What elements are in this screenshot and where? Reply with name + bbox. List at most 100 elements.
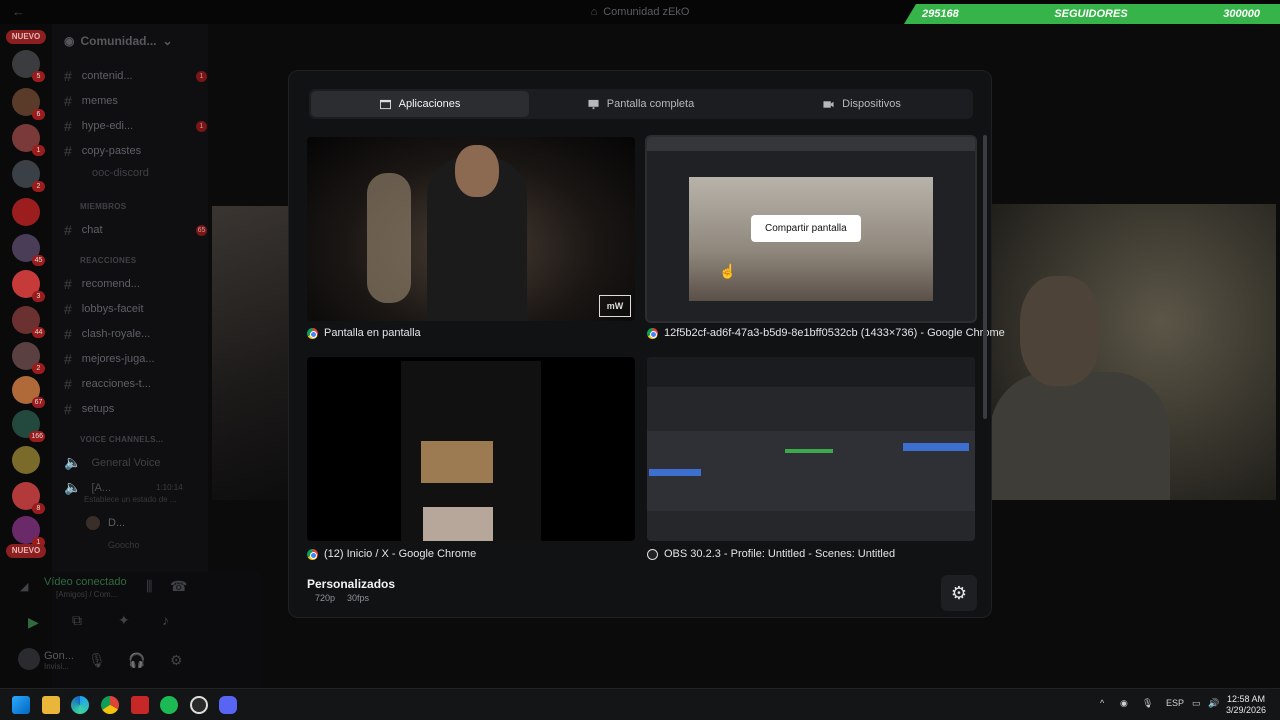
server-icon[interactable]: 5 xyxy=(12,50,45,82)
channel-item[interactable]: # memes xyxy=(64,93,118,109)
windows-start-icon[interactable] xyxy=(12,696,30,714)
mic-icon[interactable]: 🎙 xyxy=(88,652,106,669)
guild-header[interactable]: ◉ Comunidad... ⌄ xyxy=(64,34,173,48)
user-name[interactable]: Gon... Invisi... xyxy=(44,650,74,671)
source-label: Pantalla en pantalla xyxy=(307,327,421,339)
taskbar: ^ ◉ 🎙 ESP ▭ 🔊 12:58 AM 3/29/2026 xyxy=(0,688,1280,720)
preview-selected-scene xyxy=(649,469,701,476)
channel-item[interactable]: # setups xyxy=(64,401,114,417)
app-icon[interactable] xyxy=(131,696,149,714)
source-label: (12) Inicio / X - Google Chrome xyxy=(307,548,476,560)
channel-item[interactable]: # contenid... 1 xyxy=(64,68,207,84)
video-tile-webcam[interactable] xyxy=(990,204,1276,500)
channel-item[interactable]: # recomend... xyxy=(64,276,140,292)
tab-applications[interactable]: Aplicaciones xyxy=(311,91,529,117)
volume-icon[interactable]: 🔊 xyxy=(1208,698,1219,709)
resolution-value[interactable]: 720p xyxy=(315,593,335,603)
back-arrow-icon[interactable]: ← xyxy=(12,4,25,19)
preview-image xyxy=(423,507,493,541)
soundboard-icon[interactable]: ♪ xyxy=(162,612,169,628)
camera-icon[interactable]: ▶ xyxy=(28,614,39,631)
voice-member[interactable]: D... xyxy=(86,516,125,530)
avatar[interactable] xyxy=(18,648,40,670)
hash-icon: # xyxy=(64,222,72,238)
server-icon[interactable]: 2 xyxy=(12,160,45,192)
screen: ← ⌂ Comunidad zEkO 295168 SEGUIDORES 300… xyxy=(0,0,1280,720)
hash-icon: # xyxy=(64,118,72,134)
chevron-down-icon: ⌄ xyxy=(162,34,173,48)
server-icon[interactable]: 3 xyxy=(12,270,45,302)
category-header[interactable]: MIEMBROS xyxy=(80,202,126,211)
mic-icon[interactable]: 🎙 xyxy=(1142,698,1153,709)
date: 3/29/2026 xyxy=(1226,705,1267,715)
source-preview[interactable] xyxy=(307,357,635,541)
obs-icon[interactable] xyxy=(190,696,208,714)
server-icon[interactable]: 45 xyxy=(12,234,45,266)
server-icon[interactable]: 44 xyxy=(12,306,45,338)
tab-full-screen[interactable]: Pantalla completa xyxy=(532,91,750,117)
steam-icon[interactable]: ◉ xyxy=(1120,698,1128,709)
language-indicator[interactable]: ESP xyxy=(1166,698,1184,708)
disconnect-icon[interactable]: ☎ xyxy=(170,578,187,595)
channel-sidebar: ◉ Comunidad... ⌄ # contenid... 1 # memes # h… xyxy=(18,24,260,688)
server-icon[interactable]: 1 xyxy=(12,516,45,548)
source-preview[interactable] xyxy=(647,357,975,541)
chrome-icon[interactable] xyxy=(101,696,119,714)
source-tabs: Aplicaciones Pantalla completa Dispositi… xyxy=(309,89,973,119)
channel-item[interactable]: # reacciones-t... xyxy=(64,376,151,392)
spotify-icon[interactable] xyxy=(160,696,178,714)
chevron-up-icon[interactable]: ^ xyxy=(1100,698,1104,708)
hash-icon: # xyxy=(64,301,72,317)
follower-label: SEGUIDORES xyxy=(1054,8,1128,20)
hash-icon: # xyxy=(64,68,72,84)
channel-item[interactable]: # lobbys-faceit xyxy=(64,301,144,317)
hash-icon: # xyxy=(64,376,72,392)
screen-share-picker: Aplicaciones Pantalla completa Dispositi… xyxy=(288,70,1005,618)
clock[interactable]: 12:58 AM 3/29/2026 xyxy=(1226,694,1266,716)
voice-channel[interactable]: 🔈 General Voice xyxy=(64,454,161,471)
preview-image xyxy=(421,441,493,483)
category-header[interactable]: REACCIONES xyxy=(80,256,136,265)
scrollbar[interactable] xyxy=(983,135,987,419)
server-icon[interactable]: 67 xyxy=(12,376,45,408)
channel-item[interactable]: # clash-royale... xyxy=(64,326,150,342)
settings-button[interactable]: ⚙ xyxy=(941,575,977,611)
server-icon[interactable]: 2 xyxy=(12,342,45,374)
edge-icon[interactable] xyxy=(71,696,89,714)
server-icon[interactable]: 166 xyxy=(12,410,45,442)
camera-icon xyxy=(823,100,834,108)
discord-icon[interactable] xyxy=(219,696,237,714)
channel-item[interactable]: # copy-pastes xyxy=(64,143,141,159)
server-icon[interactable]: 1 xyxy=(12,124,45,156)
category-header[interactable]: VOICE CHANNELS... xyxy=(80,435,163,444)
voice-channel[interactable]: 🔈 [A... 1:10:14 xyxy=(64,479,183,496)
preview-browser-bar xyxy=(647,137,975,151)
window-icon xyxy=(379,99,391,109)
activities-icon[interactable]: ✦ xyxy=(118,612,130,629)
share-screen-button[interactable]: Compartir pantalla xyxy=(751,215,861,242)
server-icon[interactable]: 6 xyxy=(12,88,45,120)
channel-item[interactable]: ooc-discord xyxy=(92,167,149,179)
headphones-icon[interactable]: 🎧 xyxy=(128,652,145,669)
tab-devices[interactable]: Dispositivos xyxy=(753,91,971,117)
preview-face xyxy=(455,145,499,197)
source-preview-selected[interactable]: Compartir pantalla ☝ xyxy=(645,135,977,323)
channel-item[interactable]: # chat 65 xyxy=(64,222,207,238)
noise-icon[interactable]: ⫼ xyxy=(146,578,152,595)
file-explorer-icon[interactable] xyxy=(42,696,60,714)
voice-member[interactable]: Goocho xyxy=(108,540,140,550)
person-body xyxy=(990,372,1170,500)
server-icon[interactable] xyxy=(12,446,40,474)
network-icon[interactable]: ▭ xyxy=(1192,698,1201,709)
screen-share-icon[interactable]: ⧉ xyxy=(72,612,82,629)
source-preview[interactable]: mW xyxy=(307,137,635,321)
settings-gear-icon[interactable]: ⚙ xyxy=(170,652,183,669)
video-tile-left[interactable] xyxy=(212,206,290,500)
fps-value[interactable]: 30fps xyxy=(347,593,369,603)
voice-connected-title: Vídeo conectado xyxy=(44,576,127,588)
channel-item[interactable]: # hype-edi... 1 xyxy=(64,118,207,134)
server-icon[interactable]: 8 xyxy=(12,482,45,514)
chrome-icon xyxy=(647,327,658,339)
server-icon[interactable] xyxy=(12,198,40,226)
channel-item[interactable]: # mejores-juga... xyxy=(64,351,155,367)
